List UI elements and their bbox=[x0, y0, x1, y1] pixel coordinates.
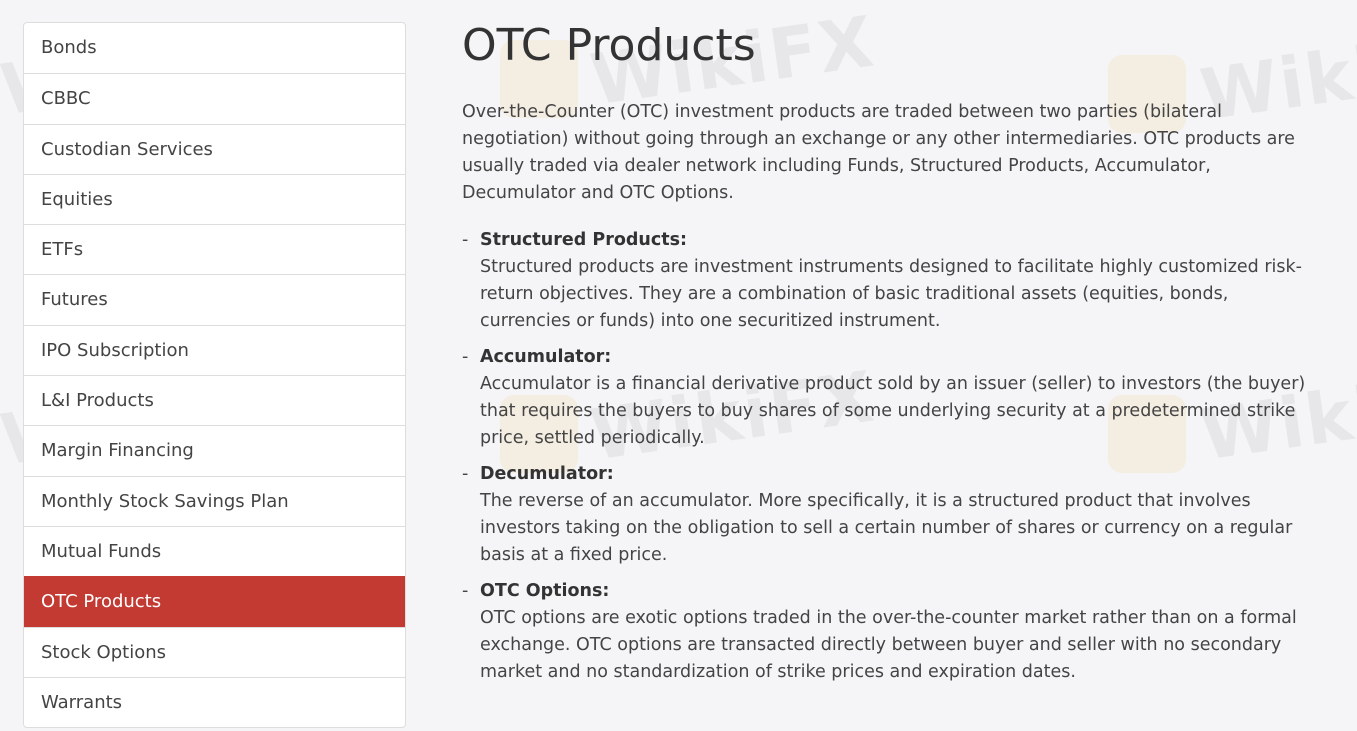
page: WikiFX WikiFX WikiFX WikiFX WikiFX WikiF… bbox=[0, 0, 1357, 731]
sidebar-item-cbbc[interactable]: CBBC bbox=[24, 73, 405, 123]
sidebar-item-equities[interactable]: Equities bbox=[24, 173, 405, 224]
product-name: Structured Products: bbox=[480, 230, 687, 250]
sidebar-item-monthly-stock-savings-plan[interactable]: Monthly Stock Savings Plan bbox=[24, 475, 405, 526]
list-item: - Accumulator: Accumulator is a financia… bbox=[462, 344, 1324, 452]
sidebar-item-li-products[interactable]: L&I Products bbox=[24, 375, 405, 425]
product-description: Structured products are investment instr… bbox=[480, 257, 1302, 331]
page-title: OTC Products bbox=[462, 20, 756, 71]
list-dash: - bbox=[462, 347, 469, 367]
list-dash: - bbox=[462, 230, 469, 250]
sidebar-item-custodian-services[interactable]: Custodian Services bbox=[24, 123, 405, 174]
product-description: Accumulator is a financial derivative pr… bbox=[480, 374, 1306, 448]
sidebar-item-warrants[interactable]: Warrants bbox=[24, 676, 405, 727]
sidebar-nav: Bonds CBBC Custodian Services Equities E… bbox=[23, 22, 406, 729]
sidebar-item-bonds[interactable]: Bonds bbox=[24, 23, 405, 73]
product-name: OTC Options: bbox=[480, 581, 610, 601]
list-dash: - bbox=[462, 581, 469, 601]
sidebar-item-ipo-subscription[interactable]: IPO Subscription bbox=[24, 324, 405, 375]
list-item: - OTC Options: OTC options are exotic op… bbox=[462, 578, 1324, 686]
sidebar-item-futures[interactable]: Futures bbox=[24, 274, 405, 324]
product-name: Accumulator: bbox=[480, 347, 612, 367]
sidebar-item-mutual-funds[interactable]: Mutual Funds bbox=[24, 525, 405, 576]
list-item: - Structured Products: Structured produc… bbox=[462, 227, 1324, 335]
sidebar-item-stock-options[interactable]: Stock Options bbox=[24, 626, 405, 677]
product-description: The reverse of an accumulator. More spec… bbox=[480, 491, 1293, 565]
list-item: - Decumulator: The reverse of an accumul… bbox=[462, 461, 1324, 569]
product-name: Decumulator: bbox=[480, 464, 614, 484]
sidebar-item-margin-financing[interactable]: Margin Financing bbox=[24, 425, 405, 475]
product-list: - Structured Products: Structured produc… bbox=[462, 227, 1324, 686]
sidebar-item-otc-products[interactable]: OTC Products bbox=[24, 576, 405, 627]
list-dash: - bbox=[462, 464, 469, 484]
intro-paragraph: Over-the-Counter (OTC) investment produc… bbox=[462, 102, 1295, 203]
main-content: OTC Products Over-the-Counter (OTC) inve… bbox=[462, 18, 1324, 695]
sidebar-item-etfs[interactable]: ETFs bbox=[24, 224, 405, 274]
product-description: OTC options are exotic options traded in… bbox=[480, 608, 1297, 682]
